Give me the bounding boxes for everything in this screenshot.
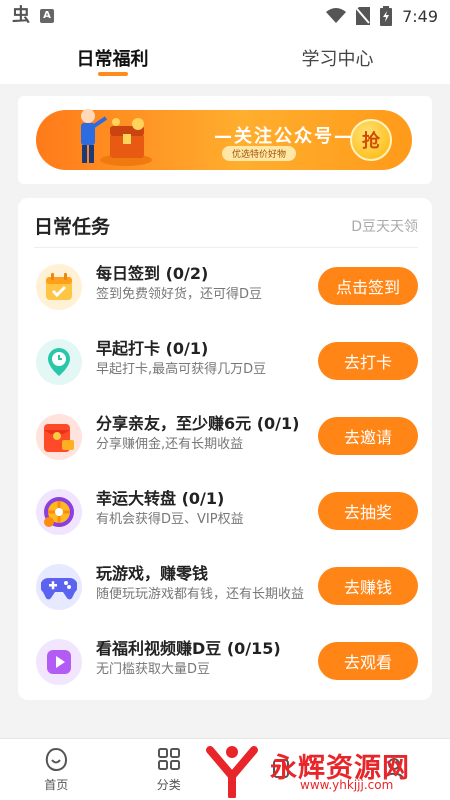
status-bar: 虫 A 7:49 <box>0 0 450 32</box>
nav-home[interactable]: 首页 <box>0 739 113 800</box>
promo-banner-card: —关注公众号— 优选特价好物 抢 <box>18 96 432 184</box>
top-tabs: 日常福利 学习中心 <box>0 32 450 84</box>
nav-category-label: 分类 <box>156 778 181 792</box>
watermark: 永辉资源网 www.yhkjjj.com <box>200 742 430 798</box>
task-row-play-games: 玩游戏，赚零钱 随便玩玩游戏都有钱，还有长期收益 去赚钱 <box>34 554 418 618</box>
task-name: 每日签到 (0/2) <box>96 264 209 283</box>
earn-money-button[interactable]: 去赚钱 <box>318 567 418 605</box>
card-title: 日常任务 <box>34 216 111 238</box>
task-desc: 随便玩玩游戏都有钱，还有长期收益 <box>96 587 305 602</box>
treasure-chest-illustration <box>81 109 152 166</box>
task-name: 幸运大转盘 (0/1) <box>96 489 225 508</box>
sign-in-button[interactable]: 点击签到 <box>318 267 418 305</box>
task-name: 分享亲友，至少赚6元 (0/1) <box>96 414 300 433</box>
bug-app-icon: 虫 <box>12 5 30 26</box>
card-header: 日常任务 D豆天天领 <box>34 212 418 248</box>
no-sim-icon <box>356 7 371 25</box>
card-hint: D豆天天领 <box>351 219 418 235</box>
follow-account-banner[interactable]: —关注公众号— 优选特价好物 抢 <box>36 109 412 170</box>
grab-button[interactable]: 抢 <box>350 119 392 161</box>
watermark-url: www.yhkjjj.com <box>300 778 394 792</box>
red-envelope-icon <box>36 414 82 460</box>
video-play-icon <box>36 639 82 685</box>
alarm-clock-icon <box>36 339 82 385</box>
task-desc: 分享赚佣金,还有长期收益 <box>96 437 244 452</box>
nav-home-label: 首页 <box>44 778 69 792</box>
task-desc: 早起打卡,最高可获得几万D豆 <box>96 362 267 377</box>
task-row-lucky-wheel: 幸运大转盘 (0/1) 有机会获得D豆、VIP权益 去抽奖 <box>34 479 418 543</box>
task-name: 玩游戏，赚零钱 <box>96 564 209 583</box>
wifi-icon <box>326 8 347 23</box>
a-icon: A <box>40 9 54 23</box>
battery-icon <box>380 6 393 26</box>
task-desc: 无门槛获取大量D豆 <box>96 662 211 677</box>
task-row-share-friends: 分享亲友，至少赚6元 (0/1) 分享赚佣金,还有长期收益 去邀请 <box>34 404 418 468</box>
task-desc: 有机会获得D豆、VIP权益 <box>96 512 244 527</box>
home-icon <box>46 747 68 772</box>
task-name: 看福利视频赚D豆 (0/15) <box>96 639 281 658</box>
tab-learning-center[interactable]: 学习中心 <box>225 32 450 84</box>
tab-daily-benefits[interactable]: 日常福利 <box>0 32 225 84</box>
calendar-icon <box>36 264 82 310</box>
task-row-watch-video: 看福利视频赚D豆 (0/15) 无门槛获取大量D豆 去观看 <box>34 629 418 693</box>
invite-button[interactable]: 去邀请 <box>318 417 418 455</box>
watch-button[interactable]: 去观看 <box>318 642 418 680</box>
task-row-early-checkin: 早起打卡 (0/1) 早起打卡,最高可获得几万D豆 去打卡 <box>34 329 418 393</box>
watermark-logo-icon <box>206 746 258 798</box>
lottery-button[interactable]: 去抽奖 <box>318 492 418 530</box>
daily-tasks-card: 日常任务 D豆天天领 每日签到 (0/2) 签到免费领好货，还可得D豆 点击签到… <box>18 198 432 700</box>
checkin-button[interactable]: 去打卡 <box>318 342 418 380</box>
task-row-sign-in: 每日签到 (0/2) 签到免费领好货，还可得D豆 点击签到 <box>34 254 418 318</box>
category-grid-icon <box>157 748 180 770</box>
gamepad-icon <box>36 564 82 610</box>
clock-time: 7:49 <box>402 6 438 26</box>
banner-title: —关注公众号— <box>214 126 354 147</box>
prize-wheel-icon <box>36 489 82 535</box>
banner-subtitle: 优选特价好物 <box>222 146 297 161</box>
task-desc: 签到免费领好货，还可得D豆 <box>96 287 263 302</box>
task-name: 早起打卡 (0/1) <box>96 339 209 358</box>
